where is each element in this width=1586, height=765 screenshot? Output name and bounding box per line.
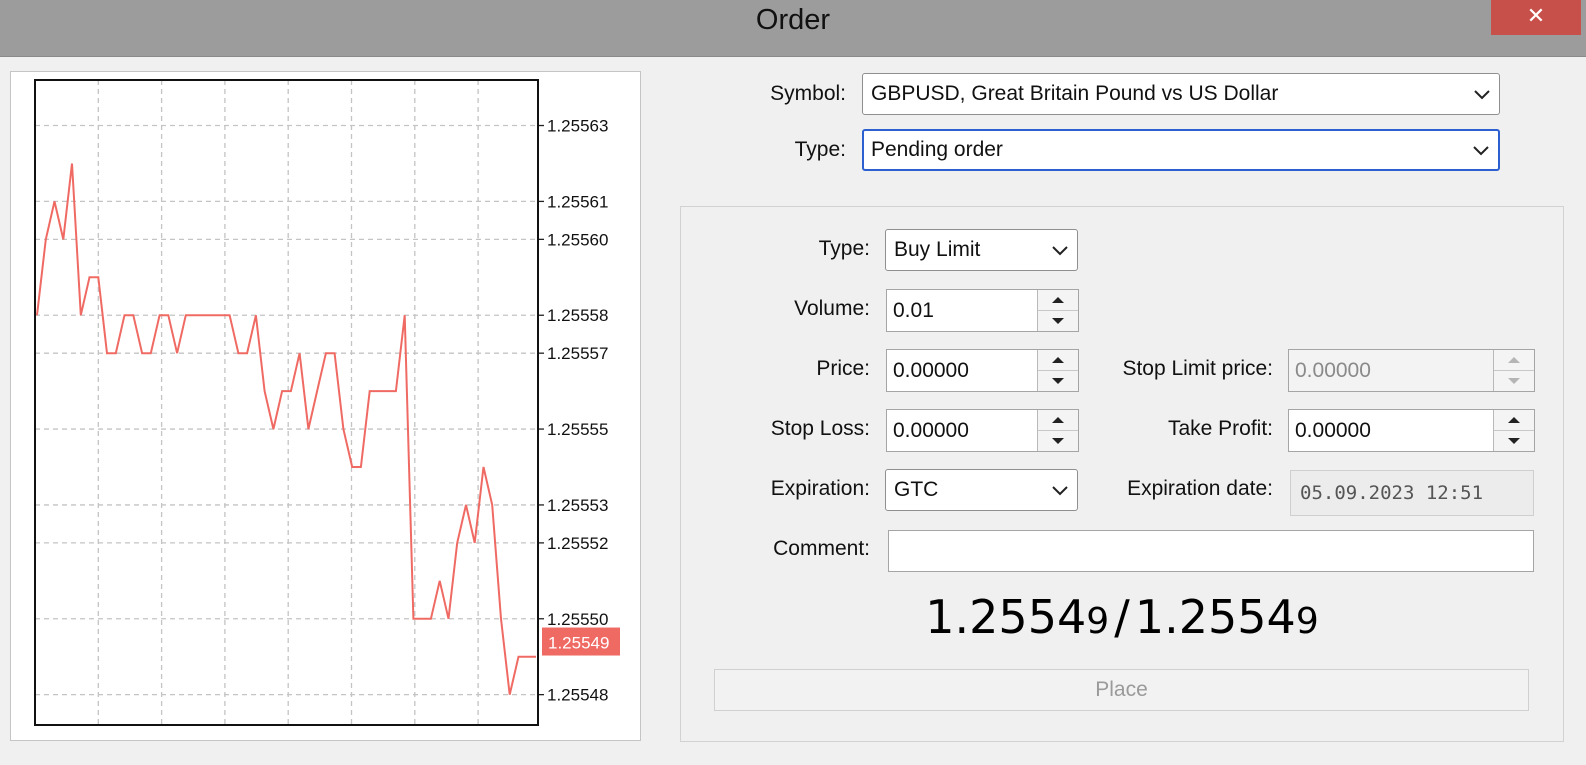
comment-label: Comment: (773, 537, 870, 560)
stop-loss-input[interactable] (887, 410, 1037, 451)
volume-label: Volume: (794, 297, 870, 320)
chevron-down-icon (1465, 88, 1499, 100)
symbol-select[interactable]: GBPUSD, Great Britain Pound vs US Dollar (862, 73, 1500, 115)
ask-price-pip: 9 (1295, 601, 1319, 642)
take-profit-spin-buttons (1493, 410, 1534, 451)
y-tick-label: 1.25563 (547, 117, 608, 136)
title-bar: Order ✕ (0, 0, 1586, 56)
stop-loss-stepper[interactable] (886, 409, 1079, 452)
price-spin-buttons (1037, 350, 1078, 391)
bid-price-main: 1.2554 (925, 590, 1087, 644)
y-tick-label: 1.25557 (547, 344, 608, 363)
expiration-date-value: 05.09.2023 12:51 (1300, 482, 1484, 504)
current-price-label: 1.25549 (548, 634, 609, 653)
order-type-select[interactable]: Buy Limit (885, 229, 1078, 271)
type-value: Pending order (871, 138, 1003, 161)
arrow-down-icon (1508, 378, 1520, 384)
price-input[interactable] (887, 350, 1037, 391)
order-type-label: Type: (818, 237, 870, 260)
volume-spin-buttons (1037, 290, 1078, 331)
y-tick-label: 1.25553 (547, 496, 608, 515)
take-profit-label: Take Profit: (1167, 417, 1273, 440)
y-tick-label: 1.25555 (547, 420, 608, 439)
y-tick-label: 1.25550 (547, 610, 608, 629)
take-profit-up-button[interactable] (1494, 410, 1534, 430)
take-profit-input[interactable] (1289, 410, 1493, 451)
arrow-up-icon (1508, 417, 1520, 423)
symbol-value: GBPUSD, Great Britain Pound vs US Dollar (871, 82, 1279, 105)
type-select[interactable]: Pending order (862, 129, 1500, 171)
arrow-down-icon (1052, 378, 1064, 384)
plot-border (34, 79, 539, 726)
take-profit-stepper[interactable] (1288, 409, 1535, 452)
arrow-down-icon (1508, 438, 1520, 444)
expiration-date-field: 05.09.2023 12:51 (1290, 470, 1534, 516)
type-label: Type: (794, 138, 846, 161)
stop-loss-down-button[interactable] (1038, 430, 1078, 451)
stop-limit-up-button (1494, 350, 1534, 370)
y-tick-label: 1.25552 (547, 534, 608, 553)
y-tick-label: 1.25560 (547, 230, 608, 249)
order-type-value: Buy Limit (894, 238, 981, 261)
arrow-up-icon (1052, 297, 1064, 303)
price-down-button[interactable] (1038, 370, 1078, 391)
ask-price-main: 1.2554 (1134, 590, 1296, 644)
volume-stepper[interactable] (886, 289, 1079, 332)
stop-limit-stepper (1288, 349, 1535, 392)
quote-separator: / (1114, 590, 1130, 644)
y-tick-label: 1.25561 (547, 192, 608, 211)
stop-loss-up-button[interactable] (1038, 410, 1078, 430)
volume-up-button[interactable] (1038, 290, 1078, 310)
arrow-down-icon (1052, 318, 1064, 324)
close-button[interactable]: ✕ (1491, 0, 1581, 35)
expiration-label: Expiration: (770, 477, 870, 500)
stop-limit-input (1289, 350, 1493, 391)
chevron-down-icon (1043, 244, 1077, 256)
arrow-up-icon (1052, 417, 1064, 423)
expiration-date-label: Expiration date: (1127, 477, 1273, 500)
place-button[interactable]: Place (714, 669, 1529, 711)
bid-price-pip: 9 (1086, 601, 1110, 642)
volume-down-button[interactable] (1038, 310, 1078, 331)
price-chart: 1.25563 1.25561 1.25560 1.25558 1.25557 1.255… (10, 71, 641, 741)
comment-field[interactable] (888, 530, 1534, 572)
chevron-down-icon (1043, 484, 1077, 496)
window-title: Order (755, 4, 831, 36)
bid-ask-quote: 1.25549 / 1.25549 (680, 590, 1564, 644)
stop-limit-spin-buttons (1493, 350, 1534, 391)
symbol-label: Symbol: (770, 82, 846, 105)
price-stepper[interactable] (886, 349, 1079, 392)
arrow-up-icon (1508, 357, 1520, 363)
price-label: Price: (816, 357, 870, 380)
arrow-down-icon (1052, 438, 1064, 444)
y-tick-label: 1.25548 (547, 686, 608, 705)
volume-input[interactable] (887, 290, 1037, 331)
chevron-down-icon (1464, 144, 1498, 156)
arrow-up-icon (1052, 357, 1064, 363)
comment-input[interactable] (889, 531, 1533, 571)
stop-limit-down-button (1494, 370, 1534, 391)
stop-loss-label: Stop Loss: (770, 417, 870, 440)
price-up-button[interactable] (1038, 350, 1078, 370)
expiration-select[interactable]: GTC (885, 469, 1078, 511)
take-profit-down-button[interactable] (1494, 430, 1534, 451)
y-tick-label: 1.25558 (547, 306, 608, 325)
stop-limit-label: Stop Limit price: (1122, 357, 1273, 380)
stop-loss-spin-buttons (1037, 410, 1078, 451)
chart-svg: 1.25563 1.25561 1.25560 1.25558 1.25557 1.255… (34, 79, 620, 726)
close-icon: ✕ (1526, 3, 1546, 28)
expiration-value: GTC (894, 478, 939, 501)
